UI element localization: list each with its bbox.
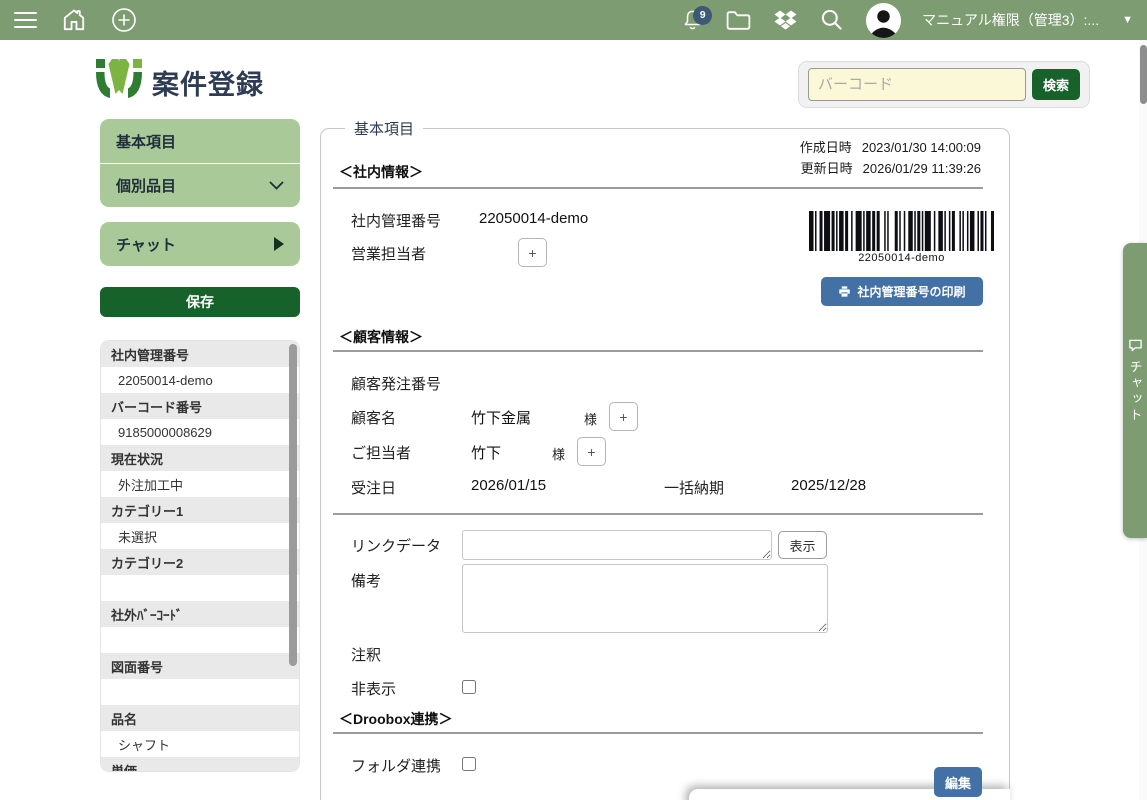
hidden-flag-label: 非表示 <box>351 681 397 698</box>
list-header: 単価 <box>101 757 299 771</box>
page-title: 案件登録 <box>152 70 264 100</box>
customer-name-label: 顧客名 <box>351 410 397 427</box>
divider <box>333 513 983 515</box>
list-scrollbar-thumb[interactable] <box>289 344 297 666</box>
topbar: 9 マニュアル権限（管理3）:... ▼ <box>0 0 1147 40</box>
sales-rep-label: 営業担当者 <box>351 246 427 263</box>
notifications-bell-icon[interactable]: 9 <box>681 5 713 33</box>
add-sales-rep-button[interactable]: + <box>518 238 547 267</box>
save-button[interactable]: 保存 <box>100 287 300 317</box>
updated-at-label: 更新日時 <box>800 161 853 176</box>
user-menu-caret-icon[interactable]: ▼ <box>1120 14 1133 26</box>
list-value: 22050014-demo <box>101 367 299 393</box>
section-internal-info: ＜社内情報＞ <box>339 164 423 180</box>
sidebar-item-chat-label: チャット <box>116 236 176 254</box>
list-value: 外注加工中 <box>101 471 299 497</box>
fieldset-legend: 基本項目 <box>345 118 424 139</box>
link-data-textarea[interactable] <box>462 530 772 560</box>
list-header: カテゴリー2 <box>101 549 299 575</box>
order-date-value: 2026/01/15 <box>471 477 547 494</box>
honorific-label: 様 <box>552 447 566 462</box>
edit-button[interactable]: 編集 <box>934 767 982 797</box>
sidebar-nav: 基本項目 個別品目 <box>100 119 300 207</box>
list-value: シャフト <box>101 731 299 757</box>
list-header: 品名 <box>101 705 299 731</box>
list-header: 社外ﾊﾞｰｺｰﾄﾞ <box>101 601 299 627</box>
chevron-down-icon <box>269 181 284 190</box>
sidebar-item-chat[interactable]: チャット <box>100 222 300 266</box>
case-summary-list: 社内管理番号 22050014-demo バーコード番号 91850000086… <box>100 340 300 772</box>
home-icon[interactable] <box>61 7 87 33</box>
divider <box>333 732 983 734</box>
order-date-label: 受注日 <box>351 480 397 497</box>
sidebar-item-individual-label: 個別品目 <box>116 178 177 195</box>
brand-logo <box>95 58 143 106</box>
remarks-textarea[interactable] <box>462 564 828 633</box>
user-avatar[interactable] <box>866 2 902 38</box>
list-header: カテゴリー1 <box>101 497 299 523</box>
chat-side-tab[interactable]: チャット <box>1123 243 1147 538</box>
add-new-icon[interactable] <box>111 7 137 33</box>
customer-name-value: 竹下金属 <box>471 410 532 427</box>
barcode-search-button[interactable]: 検索 <box>1032 69 1080 100</box>
chevron-right-icon <box>274 237 284 251</box>
add-customer-button[interactable]: + <box>609 402 638 431</box>
annotation-label: 注釈 <box>351 647 382 664</box>
list-header: 現在状況 <box>101 445 299 471</box>
barcode-search-bar: 検索 <box>798 61 1090 108</box>
internal-no-label: 社内管理番号 <box>351 213 442 230</box>
barcode-block: 22050014-demo <box>809 211 994 264</box>
link-data-label: リンクデータ <box>351 538 442 555</box>
section-customer-info: ＜顧客情報＞ <box>339 329 423 345</box>
batch-due-value: 2025/12/28 <box>791 477 867 494</box>
created-at-value: 2023/01/30 14:00:09 <box>861 140 981 155</box>
print-internal-no-label: 社内管理番号の印刷 <box>857 285 966 299</box>
folder-icon[interactable] <box>725 9 752 32</box>
contact-person-label: ご担当者 <box>351 445 412 462</box>
honorific-label: 様 <box>584 412 598 427</box>
remarks-label: 備考 <box>351 573 382 590</box>
barcode-text: 22050014-demo <box>858 252 945 264</box>
chat-side-tab-label: チャット <box>1127 360 1143 424</box>
sidebar-item-basic-label: 基本項目 <box>116 133 177 151</box>
list-header: 社内管理番号 <box>101 341 299 367</box>
search-icon[interactable] <box>819 7 845 33</box>
list-value <box>101 627 299 653</box>
batch-due-label: 一括納期 <box>664 480 725 497</box>
list-value: 未選択 <box>101 523 299 549</box>
sidebar-item-individual[interactable]: 個別品目 <box>100 163 300 207</box>
created-at-label: 作成日時 <box>799 140 852 155</box>
contact-person-value: 竹下 <box>471 445 502 462</box>
list-value <box>101 679 299 705</box>
barcode-search-input[interactable] <box>808 68 1026 101</box>
list-value <box>101 575 299 601</box>
updated-at-value: 2026/01/29 11:39:26 <box>862 161 981 176</box>
show-link-data-button[interactable]: 表示 <box>778 531 827 559</box>
divider <box>333 187 983 189</box>
barcode-image <box>809 211 994 251</box>
list-header: バーコード番号 <box>101 393 299 419</box>
print-internal-no-button[interactable]: 社内管理番号の印刷 <box>821 277 983 306</box>
divider <box>333 350 983 352</box>
internal-no-value: 22050014-demo <box>479 210 589 227</box>
user-role-label[interactable]: マニュアル権限（管理3）:... <box>922 10 1099 30</box>
timestamps: 作成日時 2023/01/30 14:00:09 更新日時 2026/01/29 1… <box>800 137 981 179</box>
list-header: 図面番号 <box>101 653 299 679</box>
folder-link-checkbox[interactable] <box>462 757 476 771</box>
notification-badge: 9 <box>693 5 713 25</box>
sidebar-item-basic[interactable]: 基本項目 <box>100 119 300 163</box>
app-window: 9 マニュアル権限（管理3）:... ▼ 案件登録 バーコード 検索 基本項目 … <box>0 0 1147 800</box>
customer-order-no-label: 顧客発注番号 <box>351 376 442 393</box>
printer-icon <box>839 286 851 297</box>
chat-bubble-icon <box>1128 339 1142 352</box>
basic-items-fieldset: 基本項目 作成日時 2023/01/30 14:00:09 更新日時 2026/01… <box>320 118 1010 800</box>
list-value: 9185000008629 <box>101 419 299 445</box>
menu-icon[interactable] <box>14 7 37 33</box>
dropbox-icon[interactable] <box>773 9 798 32</box>
section-droobox: ＜Droobox連携＞ <box>339 711 453 727</box>
folder-link-label: フォルダ連携 <box>351 758 442 775</box>
page-scrollbar-thumb[interactable] <box>1139 45 1147 104</box>
add-contact-button[interactable]: + <box>577 437 606 466</box>
hidden-flag-checkbox[interactable] <box>462 680 476 694</box>
